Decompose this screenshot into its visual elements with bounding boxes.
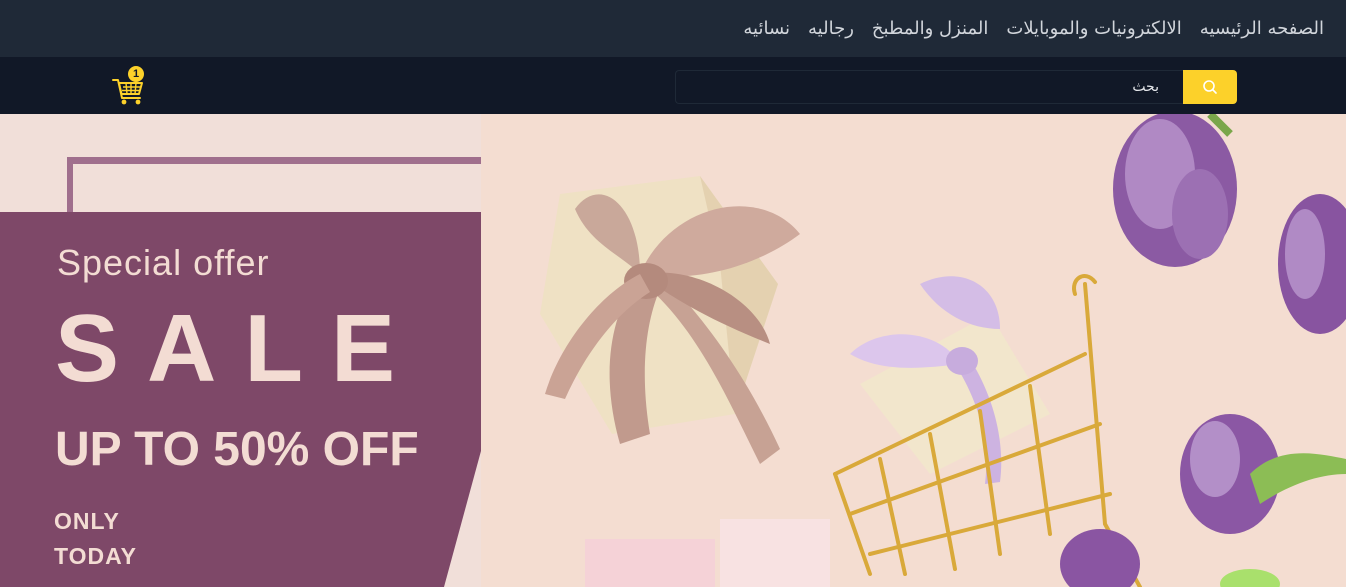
promo-sale: SALE xyxy=(55,295,424,402)
promo-only: ONLY xyxy=(54,508,120,534)
main-navigation: الصفحه الرئيسيه الالكترونيات والموبايلات… xyxy=(0,0,1346,57)
cart-button[interactable]: 1 xyxy=(112,66,146,106)
cart-count-badge: 1 xyxy=(128,66,144,82)
nav-item-home[interactable]: الصفحه الرئيسيه xyxy=(1200,18,1324,39)
search-bar xyxy=(0,57,1346,114)
nav-item-women[interactable]: نسائيه xyxy=(743,18,790,39)
search-button[interactable] xyxy=(1183,70,1237,104)
nav-item-men[interactable]: رجاليه xyxy=(808,18,854,39)
frame-line-top xyxy=(67,157,482,164)
card-pink-2 xyxy=(720,519,830,587)
nav-item-home-kitchen[interactable]: المنزل والمطبخ xyxy=(872,18,988,39)
search-icon xyxy=(1203,80,1217,94)
promo-special-offer: Special offer xyxy=(57,242,270,283)
card-pink-1 xyxy=(585,539,715,587)
search-form xyxy=(675,70,1237,104)
nav-item-electronics[interactable]: الالكترونيات والموبايلات xyxy=(1006,18,1181,39)
promo-today: TODAY xyxy=(54,543,137,569)
hero-banner[interactable]: Special offer SALE UP TO 50% OFF ONLY TO… xyxy=(0,114,1346,587)
frame-line-left xyxy=(67,157,73,217)
promo-discount: UP TO 50% OFF xyxy=(55,423,419,476)
search-input[interactable] xyxy=(675,70,1183,104)
